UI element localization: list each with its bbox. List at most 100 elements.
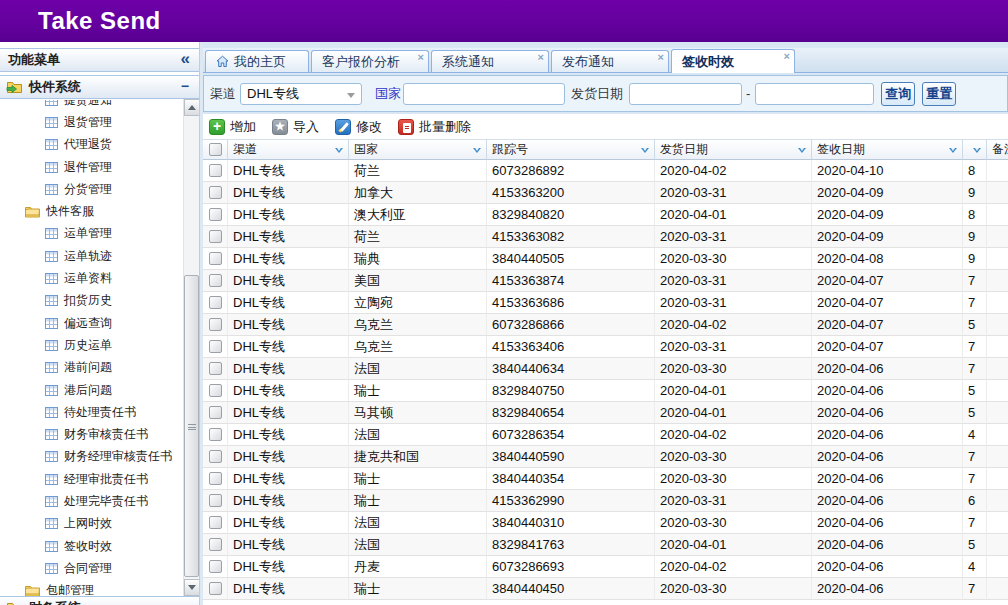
- table-row[interactable]: DHL专线瑞士41533629902020-03-312020-04-066: [203, 490, 1008, 512]
- sidebar-item[interactable]: 港前问题: [0, 357, 182, 379]
- row-checkbox[interactable]: [209, 406, 222, 419]
- collapse-section-icon[interactable]: −: [181, 78, 189, 94]
- row-checkbox[interactable]: [209, 274, 222, 287]
- table-row[interactable]: DHL专线美国41533638742020-03-312020-04-077: [203, 270, 1008, 292]
- sidebar-scrollbar[interactable]: [183, 99, 199, 596]
- column-filter-icon[interactable]: [641, 148, 649, 153]
- row-checkbox[interactable]: [209, 340, 222, 353]
- row-checkbox[interactable]: [209, 318, 222, 331]
- table-row[interactable]: DHL专线加拿大41533632002020-03-312020-04-099: [203, 182, 1008, 204]
- column-header[interactable]: 发货日期: [655, 139, 812, 160]
- sidebar-item[interactable]: 偏远查询: [0, 312, 182, 334]
- tab-item[interactable]: 客户报价分析×: [311, 50, 429, 72]
- sidebar-item[interactable]: 处理完毕责任书: [0, 490, 182, 512]
- column-filter-icon[interactable]: [973, 148, 981, 153]
- row-checkbox[interactable]: [209, 252, 222, 265]
- row-checkbox[interactable]: [209, 362, 222, 375]
- close-tab-icon[interactable]: ×: [784, 51, 790, 62]
- column-header[interactable]: 备注: [987, 139, 1008, 160]
- channel-select[interactable]: DHL专线: [240, 83, 362, 105]
- table-row[interactable]: DHL专线法国83298417632020-04-012020-04-065: [203, 534, 1008, 556]
- column-header[interactable]: [963, 139, 987, 160]
- table-row[interactable]: DHL专线法国38404406342020-03-302020-04-067: [203, 358, 1008, 380]
- close-tab-icon[interactable]: ×: [418, 52, 424, 63]
- search-button[interactable]: 查询: [881, 82, 915, 106]
- row-checkbox[interactable]: [209, 384, 222, 397]
- toolbar-button-batch-delete[interactable]: 批量删除: [398, 118, 471, 136]
- column-filter-icon[interactable]: [473, 148, 481, 153]
- sidebar-item[interactable]: 历史运单: [0, 334, 182, 356]
- row-checkbox[interactable]: [209, 516, 222, 529]
- row-checkbox[interactable]: [209, 494, 222, 507]
- table-row[interactable]: DHL专线瑞士83298407502020-04-012020-04-065: [203, 380, 1008, 402]
- sidebar-item[interactable]: 退件管理: [0, 156, 182, 178]
- row-checkbox[interactable]: [209, 582, 222, 595]
- date-from-input[interactable]: [629, 83, 742, 105]
- table-row[interactable]: DHL专线瑞士38404403542020-03-302020-04-067: [203, 468, 1008, 490]
- column-header[interactable]: 签收日期: [812, 139, 963, 160]
- scrollbar-thumb[interactable]: [184, 275, 199, 577]
- table-row[interactable]: DHL专线瑞士38404404502020-03-302020-04-067: [203, 578, 1008, 600]
- sidebar-item[interactable]: 合同管理: [0, 557, 182, 579]
- sidebar-item[interactable]: 上网时效: [0, 513, 182, 535]
- select-all-checkbox[interactable]: [209, 143, 222, 156]
- column-filter-icon[interactable]: [798, 148, 806, 153]
- toolbar-button-import[interactable]: ★导入: [272, 118, 319, 136]
- scroll-down-button[interactable]: [184, 579, 200, 596]
- sidebar-item[interactable]: 包邮管理: [0, 580, 182, 596]
- country-input[interactable]: [403, 83, 565, 105]
- sidebar-item[interactable]: 分货管理: [0, 178, 182, 200]
- date-to-input[interactable]: [755, 83, 874, 105]
- table-row[interactable]: DHL专线澳大利亚83298408202020-04-012020-04-098: [203, 204, 1008, 226]
- sidebar-item[interactable]: 运单资料: [0, 267, 182, 289]
- reset-button[interactable]: 重置: [922, 82, 956, 106]
- sidebar-item[interactable]: 运单管理: [0, 223, 182, 245]
- table-row[interactable]: DHL专线乌克兰60732868662020-04-022020-04-075: [203, 314, 1008, 336]
- column-filter-icon[interactable]: [949, 148, 957, 153]
- collapse-sidebar-icon[interactable]: «: [181, 49, 190, 69]
- table-row[interactable]: DHL专线法国60732863542020-04-022020-04-064: [203, 424, 1008, 446]
- sidebar-item[interactable]: 扣货历史: [0, 290, 182, 312]
- sidebar-item[interactable]: 港后问题: [0, 379, 182, 401]
- row-checkbox[interactable]: [209, 296, 222, 309]
- row-checkbox[interactable]: [209, 164, 222, 177]
- row-checkbox[interactable]: [209, 472, 222, 485]
- row-checkbox[interactable]: [209, 186, 222, 199]
- table-row[interactable]: DHL专线立陶宛41533636862020-03-312020-04-077: [203, 292, 1008, 314]
- tab-item[interactable]: 我的主页: [205, 50, 309, 72]
- sidebar-section-express-system[interactable]: 快件系统 −: [0, 75, 199, 99]
- row-checkbox[interactable]: [209, 208, 222, 221]
- sidebar-item[interactable]: 财务经理审核责任书: [0, 446, 182, 468]
- row-checkbox[interactable]: [209, 450, 222, 463]
- sidebar-item[interactable]: 运单轨迹: [0, 245, 182, 267]
- table-row[interactable]: DHL专线丹麦60732866932020-04-022020-04-064: [203, 556, 1008, 578]
- column-header[interactable]: 跟踪号: [487, 139, 655, 160]
- row-checkbox[interactable]: [209, 538, 222, 551]
- sidebar-section-finance-system[interactable]: 财务系统: [0, 596, 199, 605]
- tab-active[interactable]: 签收时效×: [671, 49, 795, 73]
- sidebar-item[interactable]: 退货管理: [0, 111, 182, 133]
- sidebar-item[interactable]: 代理退货: [0, 134, 182, 156]
- toolbar-button-add[interactable]: +增加: [209, 118, 256, 136]
- sidebar-item[interactable]: 快件客服: [0, 200, 182, 222]
- toolbar-button-edit[interactable]: 修改: [335, 118, 382, 136]
- sidebar-item[interactable]: 经理审批责任书: [0, 468, 182, 490]
- tab-item[interactable]: 系统通知×: [431, 50, 549, 72]
- close-tab-icon[interactable]: ×: [538, 52, 544, 63]
- table-row[interactable]: DHL专线荷兰41533630822020-03-312020-04-099: [203, 226, 1008, 248]
- scroll-up-button[interactable]: [184, 99, 200, 116]
- row-checkbox[interactable]: [209, 230, 222, 243]
- table-row[interactable]: DHL专线瑞典38404405052020-03-302020-04-089: [203, 248, 1008, 270]
- column-header[interactable]: 国家: [349, 139, 487, 160]
- sidebar-item[interactable]: 提货通知: [0, 100, 182, 111]
- row-checkbox[interactable]: [209, 560, 222, 573]
- sidebar-item[interactable]: 签收时效: [0, 535, 182, 557]
- table-row[interactable]: DHL专线荷兰60732868922020-04-022020-04-108: [203, 160, 1008, 182]
- table-row[interactable]: DHL专线法国38404403102020-03-302020-04-067: [203, 512, 1008, 534]
- select-all-header[interactable]: [203, 139, 228, 160]
- row-checkbox[interactable]: [209, 428, 222, 441]
- tab-item[interactable]: 发布通知×: [551, 50, 669, 72]
- sidebar-item[interactable]: 财务审核责任书: [0, 423, 182, 445]
- sidebar-item[interactable]: 待处理责任书: [0, 401, 182, 423]
- table-row[interactable]: DHL专线捷克共和国38404405902020-03-302020-04-06…: [203, 446, 1008, 468]
